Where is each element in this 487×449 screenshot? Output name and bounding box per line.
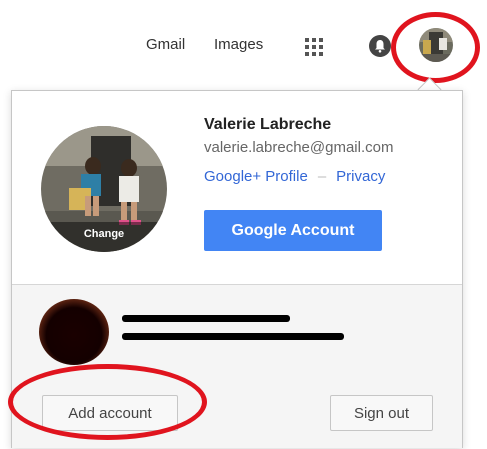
- add-account-button[interactable]: Add account: [42, 395, 178, 431]
- redacted-account-name: [122, 315, 290, 322]
- sign-out-button[interactable]: Sign out: [330, 395, 433, 431]
- bell-icon[interactable]: [369, 35, 391, 57]
- user-email: valerie.labreche@gmail.com: [204, 139, 394, 156]
- other-account-row[interactable]: [12, 284, 462, 379]
- profile-photo[interactable]: Change: [41, 126, 167, 252]
- redacted-account-email: [122, 333, 344, 340]
- gmail-link[interactable]: Gmail: [146, 36, 185, 53]
- top-bar: Gmail Images: [0, 0, 487, 90]
- privacy-link[interactable]: Privacy: [336, 168, 385, 185]
- other-account-avatar: [39, 299, 109, 365]
- apps-grid-icon[interactable]: [305, 38, 323, 56]
- account-popup: Change Valerie Labreche valerie.labreche…: [11, 90, 463, 448]
- google-account-button[interactable]: Google Account: [204, 210, 382, 251]
- change-photo-label[interactable]: Change: [41, 222, 167, 252]
- profile-links: Google+ Profile – Privacy: [204, 168, 385, 185]
- account-avatar-button[interactable]: [419, 28, 453, 62]
- link-separator: –: [317, 168, 327, 185]
- popup-footer: Add account Sign out: [12, 378, 462, 448]
- images-link[interactable]: Images: [214, 36, 263, 53]
- google-plus-profile-link[interactable]: Google+ Profile: [204, 168, 308, 185]
- user-name: Valerie Labreche: [204, 116, 332, 133]
